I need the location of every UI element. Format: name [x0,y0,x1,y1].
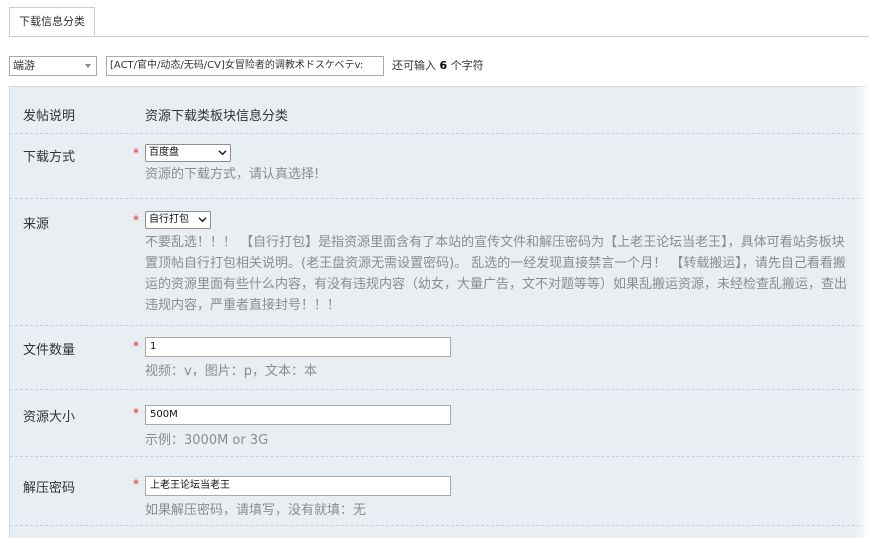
form-row-source: 来源 * 自行打包 不要乱选！！！ 【自行打包】是指资源里面含有了本站的宣传文件… [10,199,869,326]
password-label: 解压密码 [23,481,76,496]
required-mark: * [133,406,139,420]
classification-form: 发帖说明 资源下载类板块信息分类 下载方式 * 百度盘 资源的下载方式，请认真选… [9,86,869,538]
category-select-value: 端游 [13,59,35,72]
category-select[interactable]: 端游 [9,56,97,76]
download-help: 资源的下载方式，请认真选择! [145,167,320,182]
tab-download-info[interactable]: 下载信息分类 [9,7,95,36]
form-row-filecount: 文件数量 * 1 视频：v，图片：p，文本：本 [10,326,869,390]
chevron-down-icon [218,150,227,156]
intro-value: 资源下载类板块信息分类 [145,109,289,124]
chevron-down-icon [198,217,207,223]
post-title-bar: 端游 [ACT/官中/动态/无码/CV]女冒险者的调教术ドスケベテv: 还可输入… [0,55,869,77]
tab-bar: 下载信息分类 [0,0,869,37]
source-help: 不要乱选！！！ 【自行打包】是指资源里面含有了本站的宣传文件和解压密码为【上老王… [145,235,848,313]
download-method-select[interactable]: 百度盘 [145,144,231,162]
filecount-help: 视频：v，图片：p，文本：本 [145,364,317,379]
intro-label: 发帖说明 [23,109,76,124]
download-label: 下载方式 [23,150,76,165]
required-mark: * [133,146,139,160]
required-mark: * [133,477,139,491]
size-label: 资源大小 [23,410,76,425]
chevron-down-icon [85,64,91,68]
password-help: 如果解压密码，请填写，没有就填：无 [145,503,367,518]
password-input[interactable]: 上老王论坛当老王 [145,476,451,496]
required-mark: * [133,213,139,227]
title-input[interactable]: [ACT/官中/动态/无码/CV]女冒险者的调教术ドスケベテv: [106,56,384,76]
size-input[interactable]: 500M [145,405,451,425]
source-select[interactable]: 自行打包 [145,211,211,229]
remaining-chars-count: 6 [439,59,448,72]
form-row-intro: 发帖说明 资源下载类板块信息分类 [10,87,869,134]
form-row-size: 资源大小 * 500M 示例：3000M or 3G [10,390,869,457]
size-help: 示例：3000M or 3G [145,433,269,448]
filecount-label: 文件数量 [23,343,76,358]
filecount-input[interactable]: 1 [145,337,451,357]
required-mark: * [133,339,139,353]
form-row-download: 下载方式 * 百度盘 资源的下载方式，请认真选择! [10,134,869,199]
remaining-chars-text: 还可输入 6 个字符 [392,59,484,72]
tab-divider [9,36,869,37]
source-label: 来源 [23,217,50,232]
form-row-password: 解压密码 * 上老王论坛当老王 如果解压密码，请填写，没有就填：无 [10,457,869,526]
right-edge-shadow [855,40,869,538]
